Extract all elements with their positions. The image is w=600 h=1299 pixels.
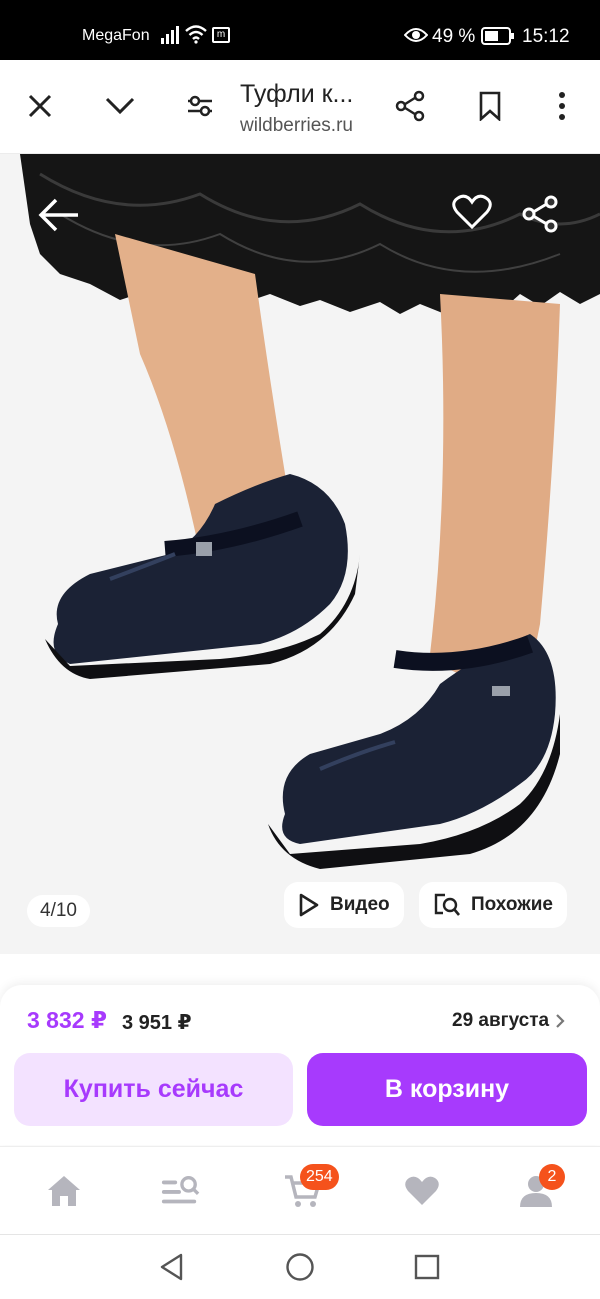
browser-toolbar: Туфли к... wildberries.ru <box>0 60 600 154</box>
home-icon[interactable] <box>44 1171 84 1211</box>
home-circle-icon[interactable] <box>284 1251 316 1283</box>
add-to-cart-button[interactable]: В корзину <box>307 1053 587 1126</box>
clock: 15:12 <box>522 26 570 47</box>
share-icon[interactable] <box>390 86 430 126</box>
wifi-icon <box>185 25 207 44</box>
profile-badge: 2 <box>539 1164 565 1190</box>
signal-icon <box>161 26 179 44</box>
current-price: 3 832 ₽ <box>27 1007 107 1033</box>
eye-icon <box>404 28 428 42</box>
product-photo <box>0 154 600 954</box>
product-gallery[interactable]: 4/10 Видео Похожие <box>0 154 600 954</box>
system-navigation <box>0 1234 600 1299</box>
page-domain[interactable]: wildberries.ru <box>240 115 353 137</box>
share-icon[interactable] <box>520 194 560 234</box>
chevron-down-icon[interactable] <box>100 86 140 126</box>
catalog-search-icon[interactable] <box>160 1171 200 1211</box>
similar-button[interactable]: Похожие <box>419 882 567 928</box>
price-panel: 3 832 ₽ 3 951 ₽ 29 августа Купить сейчас… <box>0 985 600 1145</box>
similar-label: Похожие <box>471 894 553 915</box>
page-title[interactable]: Туфли к... <box>240 80 380 109</box>
old-price: 3 951 ₽ <box>122 1012 192 1034</box>
chevron-right-icon <box>556 1014 565 1028</box>
site-settings-icon[interactable] <box>180 86 220 126</box>
image-counter: 4/10 <box>27 895 90 927</box>
buy-now-button[interactable]: Купить сейчас <box>14 1053 293 1126</box>
carrier-name: MegaFon <box>82 27 150 44</box>
battery-percent: 49 % <box>432 26 476 47</box>
cart-badge: 254 <box>300 1164 339 1190</box>
battery-icon <box>481 27 514 45</box>
back-arrow-icon[interactable] <box>38 196 80 234</box>
m-icon: m <box>212 27 230 43</box>
similar-search-icon <box>433 892 461 918</box>
video-button[interactable]: Видео <box>284 882 404 928</box>
heart-icon[interactable] <box>452 194 492 230</box>
more-menu-icon[interactable] <box>542 86 582 126</box>
status-bar: MegaFon m 49 % 15:12 <box>0 0 600 60</box>
recents-square-icon[interactable] <box>411 1251 443 1283</box>
bookmark-icon[interactable] <box>470 86 510 126</box>
favorites-heart-icon[interactable] <box>402 1171 442 1211</box>
play-icon <box>298 893 320 917</box>
delivery-date[interactable]: 29 августа <box>452 1010 565 1032</box>
back-triangle-icon[interactable] <box>156 1251 188 1283</box>
delivery-date-label: 29 августа <box>452 1010 550 1031</box>
video-label: Видео <box>330 894 390 915</box>
bottom-navigation: 254 2 <box>0 1146 600 1234</box>
close-icon[interactable] <box>20 86 60 126</box>
